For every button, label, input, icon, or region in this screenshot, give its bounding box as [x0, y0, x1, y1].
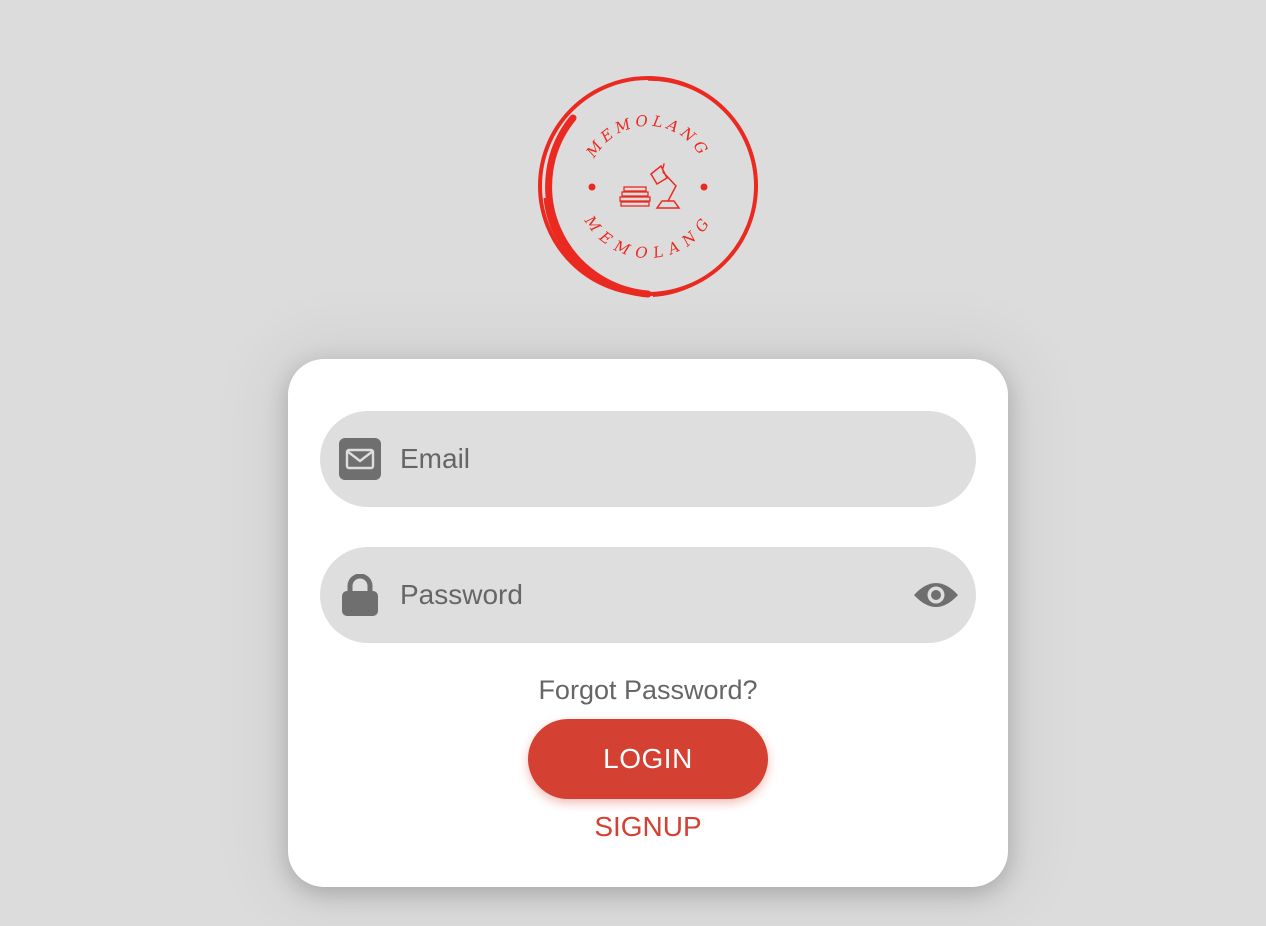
signup-link[interactable]: SIGNUP [288, 811, 1008, 843]
password-field[interactable] [320, 547, 976, 643]
svg-text:MEMOLANG: MEMOLANG [580, 212, 715, 263]
email-field[interactable] [320, 411, 976, 507]
email-input[interactable] [400, 411, 900, 507]
memolang-logo: MEMOLANG MEMOLANG [538, 76, 758, 298]
login-page: MEMOLANG MEMOLANG Email Forgot Password?… [0, 0, 1266, 926]
login-card: Forgot Password? LOGIN SIGNUP [288, 359, 1008, 887]
login-button[interactable]: LOGIN [528, 719, 768, 799]
eye-icon[interactable] [912, 571, 960, 619]
envelope-icon [338, 437, 382, 481]
forgot-password-link[interactable]: Forgot Password? [288, 675, 1008, 706]
lock-icon [338, 573, 382, 617]
password-input[interactable] [400, 547, 900, 643]
svg-text:MEMOLANG: MEMOLANG [582, 112, 714, 162]
